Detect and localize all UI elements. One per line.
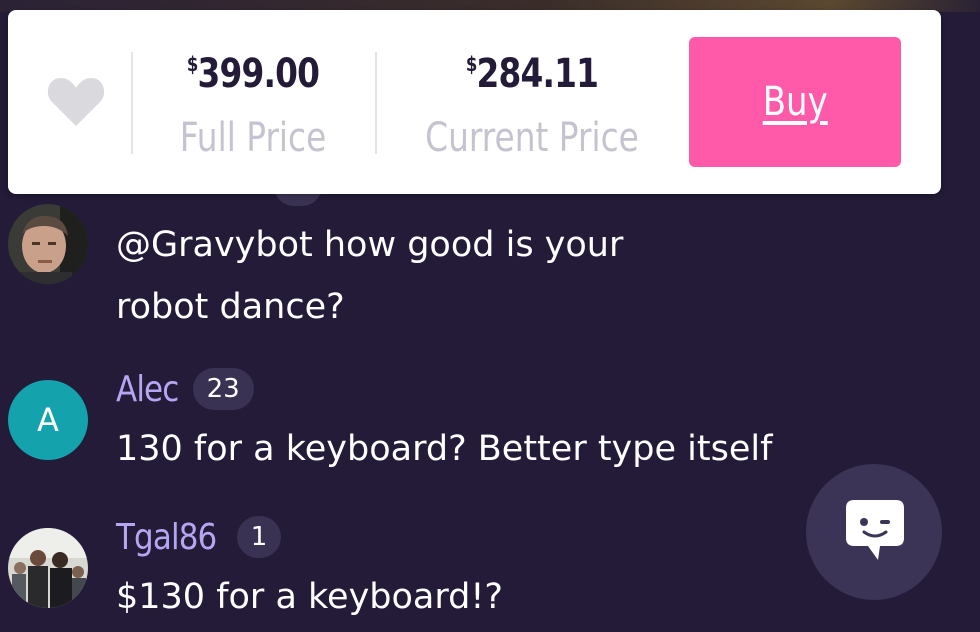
chat-bubble-button[interactable]: [806, 464, 942, 600]
full-price-value: $399.00: [186, 51, 320, 97]
buy-button[interactable]: Buy: [689, 37, 901, 167]
favorite-button[interactable]: [46, 74, 106, 130]
message-text: 130 for a keyboard? Better type itself: [116, 429, 773, 469]
chat-bubble-icon: [846, 500, 904, 560]
full-price-block: $399.00 Full Price: [148, 40, 358, 162]
message-header: Alec 23: [116, 366, 254, 412]
message-text: $130 for a keyboard!?: [116, 577, 503, 617]
heart-icon: [47, 78, 105, 126]
full-price-label: Full Price: [179, 115, 327, 161]
user-photo-icon: [8, 204, 88, 284]
message-header: Tgal86 1: [116, 514, 282, 560]
current-price-label: Current Price: [425, 115, 639, 161]
avatar-letter: A: [37, 401, 59, 439]
current-price-block: $284.11 Current Price: [392, 40, 672, 162]
user-level-badge: 23: [192, 368, 254, 410]
buy-label: Buy: [762, 79, 828, 125]
avatar[interactable]: [8, 204, 88, 284]
avatar[interactable]: A: [8, 380, 88, 460]
message-text: @Gravybot how good is your robot dance?: [116, 225, 624, 327]
username[interactable]: Alec: [116, 369, 179, 410]
divider: [375, 52, 377, 154]
username[interactable]: Tgal86: [116, 517, 217, 558]
current-price-value: $284.11: [465, 51, 599, 97]
user-level-badge: 1: [236, 516, 282, 558]
divider: [131, 52, 133, 154]
live-shopping-stream: Studio W @Gravybot how good is your: [0, 0, 980, 632]
product-price-card: $399.00 Full Price $284.11 Current Price…: [8, 10, 941, 194]
avatar[interactable]: [8, 528, 88, 608]
group-photo-icon: [8, 528, 88, 608]
